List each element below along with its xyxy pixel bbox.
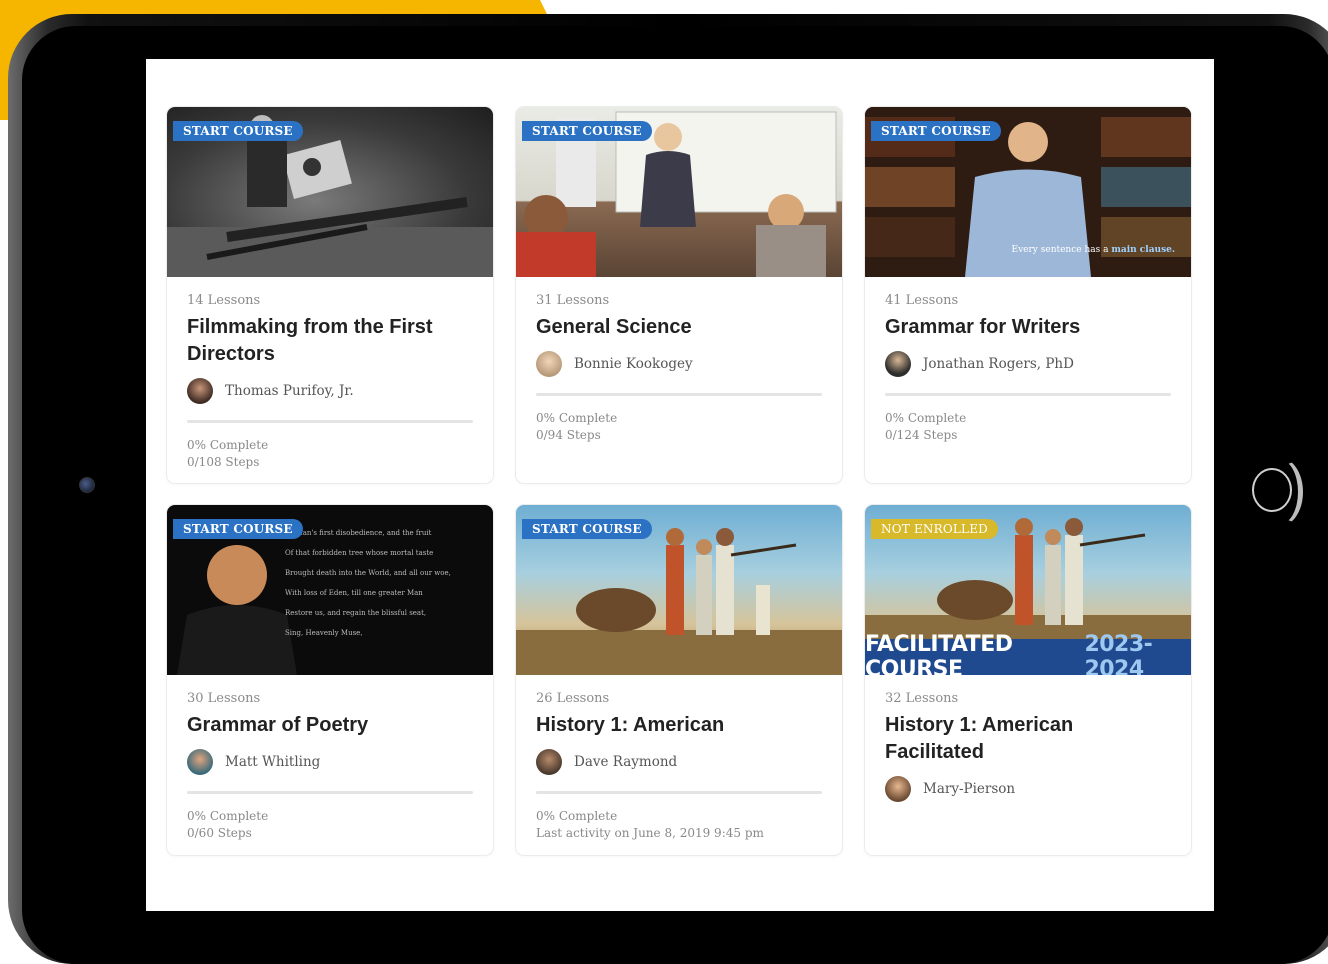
- course-card-filmmaking[interactable]: START COURSE 14 Lessons Filmmaking from …: [167, 107, 493, 483]
- instructor-avatar: [187, 378, 213, 404]
- not-enrolled-badge[interactable]: NOT ENROLLED: [871, 519, 999, 539]
- instructor: Dave Raymond: [536, 749, 822, 775]
- steps-count: 0/108 Steps: [187, 455, 260, 469]
- screen: START COURSE 14 Lessons Filmmaking from …: [146, 59, 1214, 911]
- caption-text: Every sentence has a: [1011, 245, 1109, 255]
- card-body: 41 Lessons Grammar for Writers Jonathan …: [865, 277, 1191, 458]
- instructor-name: Mary-Pierson: [923, 781, 1016, 797]
- instructor-avatar: [536, 351, 562, 377]
- start-course-badge[interactable]: START COURSE: [173, 121, 303, 141]
- poem-line: Sing, Heavenly Muse,: [285, 629, 363, 637]
- instructor-avatar: [885, 351, 911, 377]
- course-status: 0% Complete 0/60 Steps: [187, 808, 473, 842]
- course-thumbnail[interactable]: START COURSE: [167, 107, 493, 277]
- progress-bar: [536, 393, 822, 396]
- instructor-avatar: [187, 749, 213, 775]
- steps-count: 0/94 Steps: [536, 428, 601, 442]
- poem-line: Restore us, and regain the blissful seat…: [285, 609, 427, 617]
- instructor: Thomas Purifoy, Jr.: [187, 378, 473, 404]
- instructor-name: Jonathan Rogers, PhD: [923, 356, 1074, 372]
- start-course-badge[interactable]: START COURSE: [871, 121, 1001, 141]
- course-status: 0% Complete 0/94 Steps: [536, 410, 822, 444]
- steps-count: 0/60 Steps: [187, 826, 252, 840]
- camera-icon: [79, 477, 95, 493]
- lesson-count: 30 Lessons: [187, 691, 261, 706]
- lesson-count: 31 Lessons: [536, 293, 610, 308]
- poem-text: Of Man's first disobedience, and the fru…: [285, 523, 485, 643]
- course-card-history-american-facilitated[interactable]: FACILITATED COURSE 2023-2024 NOT ENROLLE…: [865, 505, 1191, 855]
- caption-highlight: main clause.: [1111, 245, 1175, 255]
- lesson-count: 41 Lessons: [885, 293, 959, 308]
- course-title[interactable]: Grammar for Writers: [885, 314, 1171, 341]
- steps-count: 0/124 Steps: [885, 428, 958, 442]
- instructor-name: Thomas Purifoy, Jr.: [225, 383, 354, 399]
- home-button-ring: [1252, 468, 1292, 512]
- poem-line: With loss of Eden, till one greater Man: [285, 589, 423, 597]
- progress-bar: [187, 420, 473, 423]
- course-card-grammar-of-poetry[interactable]: Of Man's first disobedience, and the fru…: [167, 505, 493, 855]
- instructor: Jonathan Rogers, PhD: [885, 351, 1171, 377]
- card-body: 14 Lessons Filmmaking from the First Dir…: [167, 277, 493, 483]
- course-thumbnail[interactable]: Of Man's first disobedience, and the fru…: [167, 505, 493, 675]
- poem-line: Of Man's first disobedience, and the fru…: [285, 529, 432, 537]
- course-status: 0% Complete 0/124 Steps: [885, 410, 1171, 444]
- percent-complete: 0% Complete: [187, 809, 269, 823]
- percent-complete: 0% Complete: [536, 411, 618, 425]
- instructor: Matt Whitling: [187, 749, 473, 775]
- course-card-history-american[interactable]: START COURSE 26 Lessons History 1: Ameri…: [516, 505, 842, 855]
- progress-bar: [536, 791, 822, 794]
- instructor: Bonnie Kookogey: [536, 351, 822, 377]
- instructor-name: Dave Raymond: [574, 754, 678, 770]
- percent-complete: 0% Complete: [536, 809, 618, 823]
- course-title[interactable]: History 1: American: [536, 712, 822, 739]
- percent-complete: 0% Complete: [187, 438, 269, 452]
- percent-complete: 0% Complete: [885, 411, 967, 425]
- card-body: 26 Lessons History 1: American Dave Raym…: [516, 675, 842, 855]
- instructor-avatar: [536, 749, 562, 775]
- poem-line: Brought death into the World, and all ou…: [285, 569, 451, 577]
- home-button[interactable]: [1248, 458, 1303, 526]
- course-thumbnail[interactable]: FACILITATED COURSE 2023-2024 NOT ENROLLE…: [865, 505, 1191, 675]
- video-caption: Every sentence has a main clause.: [1012, 245, 1175, 255]
- instructor: Mary-Pierson: [885, 776, 1171, 802]
- course-card-general-science[interactable]: START COURSE 31 Lessons General Science …: [516, 107, 842, 483]
- facilitated-banner: FACILITATED COURSE 2023-2024: [865, 632, 1191, 675]
- last-activity: Last activity on June 8, 2019 9:45 pm: [536, 826, 764, 840]
- course-status: 0% Complete Last activity on June 8, 201…: [536, 808, 822, 842]
- course-title[interactable]: Grammar of Poetry: [187, 712, 473, 739]
- start-course-badge[interactable]: START COURSE: [173, 519, 303, 539]
- banner-year: 2023-2024: [1084, 632, 1153, 675]
- card-body: 31 Lessons General Science Bonnie Kookog…: [516, 277, 842, 458]
- lesson-count: 32 Lessons: [885, 691, 959, 706]
- course-thumbnail[interactable]: START COURSE: [516, 505, 842, 675]
- course-thumbnail[interactable]: START COURSE Every sentence has a main c…: [865, 107, 1191, 277]
- instructor-name: Bonnie Kookogey: [574, 356, 693, 372]
- course-title[interactable]: History 1: American Facilitated: [885, 712, 1171, 766]
- progress-bar: [885, 393, 1171, 396]
- course-card-grammar-for-writers[interactable]: START COURSE Every sentence has a main c…: [865, 107, 1191, 483]
- course-title[interactable]: Filmmaking from the First Directors: [187, 314, 473, 368]
- course-title[interactable]: General Science: [536, 314, 822, 341]
- instructor-name: Matt Whitling: [225, 754, 321, 770]
- instructor-avatar: [885, 776, 911, 802]
- course-thumbnail[interactable]: START COURSE: [516, 107, 842, 277]
- card-body: 32 Lessons History 1: American Facilitat…: [865, 675, 1191, 816]
- progress-bar: [187, 791, 473, 794]
- lesson-count: 14 Lessons: [187, 293, 261, 308]
- start-course-badge[interactable]: START COURSE: [522, 121, 652, 141]
- card-body: 30 Lessons Grammar of Poetry Matt Whitli…: [167, 675, 493, 855]
- course-status: 0% Complete 0/108 Steps: [187, 437, 473, 471]
- banner-title: FACILITATED COURSE: [865, 632, 1013, 675]
- start-course-badge[interactable]: START COURSE: [522, 519, 652, 539]
- lesson-count: 26 Lessons: [536, 691, 610, 706]
- poem-line: Of that forbidden tree whose mortal tast…: [285, 549, 434, 557]
